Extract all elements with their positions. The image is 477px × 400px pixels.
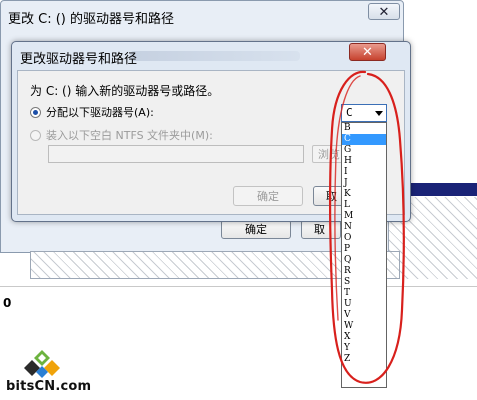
title-blur: [130, 51, 300, 61]
assign-letter-label: 分配以下驱动器号(A):: [46, 106, 154, 119]
red-annotation-circle: [329, 70, 405, 384]
ok-button[interactable]: 确定: [233, 186, 303, 206]
mount-folder-label: 装入以下空白 NTFS 文件夹中(M):: [46, 129, 213, 142]
assign-letter-option[interactable]: 分配以下驱动器号(A):: [30, 104, 154, 120]
logo-text: bitsCN.com: [6, 379, 92, 394]
back-window-title: 更改 C: () 的驱动器号和路径: [8, 12, 174, 27]
dialog-title: 更改驱动器号和路径: [20, 52, 138, 67]
mount-folder-option[interactable]: 装入以下空白 NTFS 文件夹中(M):: [30, 127, 213, 143]
dialog-close-button[interactable]: ✕: [349, 43, 386, 61]
radio-selected-icon[interactable]: [30, 106, 41, 118]
disk-number: 0: [3, 296, 12, 310]
dialog-prompt: 为 C: () 输入新的驱动器号或路径。: [30, 84, 220, 98]
bitscn-logo-icon: [24, 350, 60, 378]
back-ok-button[interactable]: 确定: [221, 220, 291, 239]
radio-unselected-icon[interactable]: [30, 129, 41, 141]
back-window-close-button[interactable]: ✕: [368, 3, 400, 20]
folder-path-input[interactable]: [48, 145, 304, 163]
